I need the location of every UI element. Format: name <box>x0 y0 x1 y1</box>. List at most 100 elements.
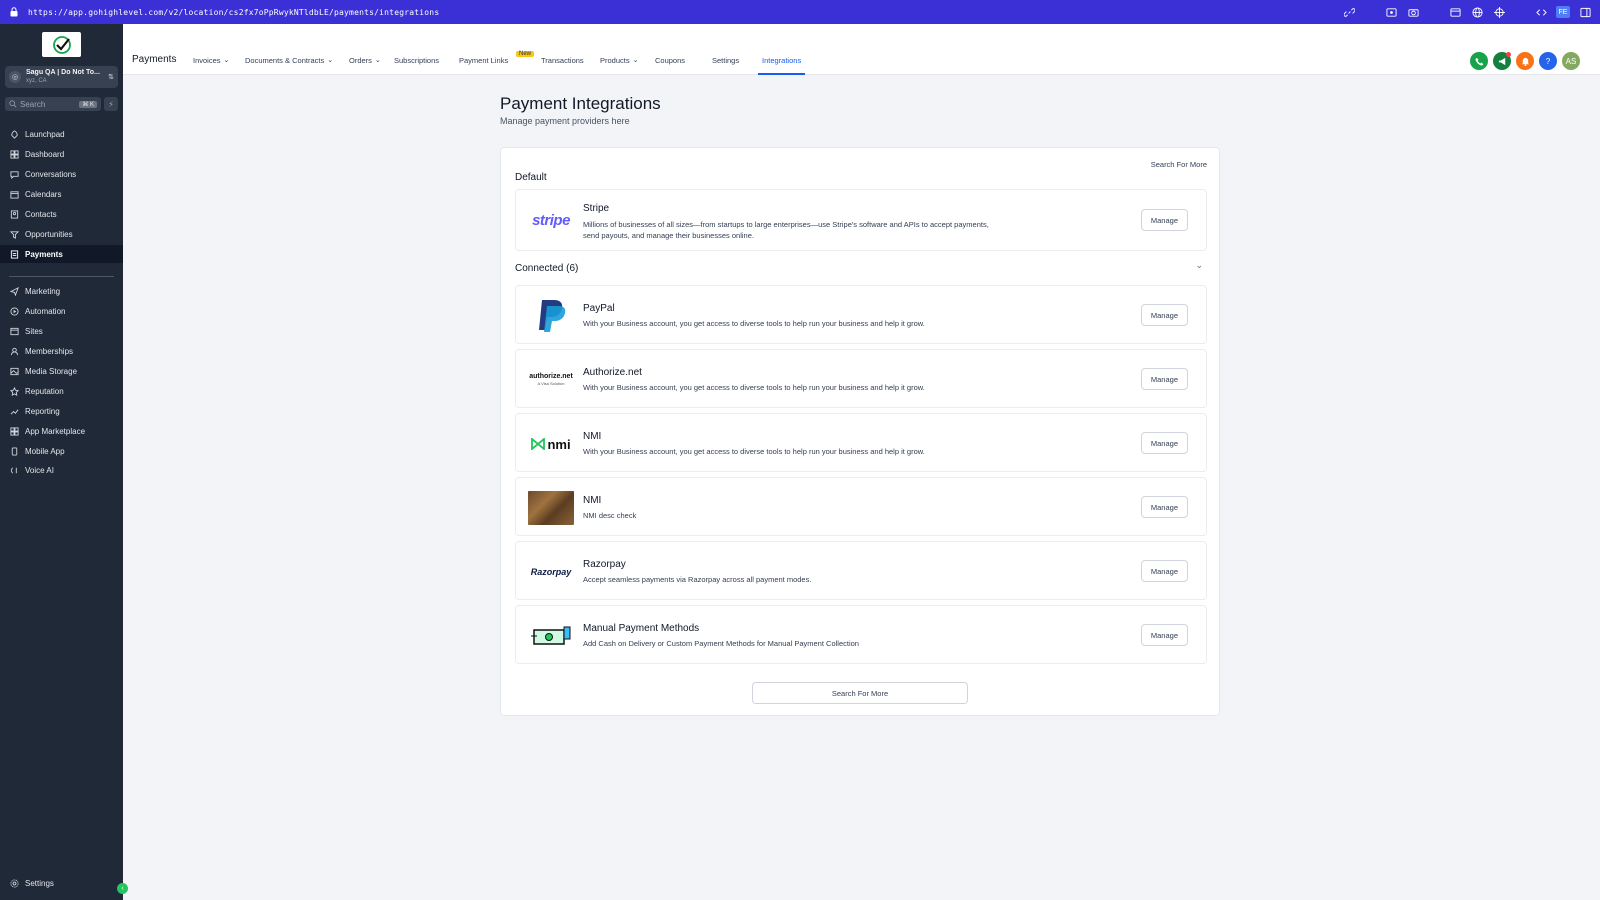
tab-subscriptions[interactable]: Subscriptions <box>394 56 439 75</box>
sidebar-item-label: Contacts <box>25 209 57 219</box>
sidebar-item-media-storage[interactable]: Media Storage <box>0 362 123 380</box>
megaphone-icon[interactable] <box>1493 52 1511 70</box>
razorpay-logo: Razorpay <box>530 567 572 577</box>
location-icon: ◎ <box>9 71 21 83</box>
search-for-more-button[interactable]: Search For More <box>752 682 968 704</box>
manage-button[interactable]: Manage <box>1140 432 1188 454</box>
manage-button[interactable]: Manage <box>1140 368 1188 390</box>
tab-label: Documents & Contracts <box>245 56 325 65</box>
sidebar-item-label: App Marketplace <box>25 426 86 436</box>
sidebar-item-dashboard[interactable]: Dashboard <box>0 145 123 163</box>
sidebar: ◎ Sagu QA | Do Not To... xyz, CA ⇅ Searc… <box>0 24 128 900</box>
tab-label: Integrations <box>762 56 802 65</box>
chevron-updown-icon: ⇅ <box>108 74 114 81</box>
sidebar-item-launchpad[interactable]: Launchpad <box>0 125 123 143</box>
manage-button[interactable]: Manage <box>1140 560 1188 582</box>
sidebar-item-label: Media Storage <box>25 366 78 376</box>
connected-section-label: Connected (6) <box>515 263 579 274</box>
sidebar-item-label: Launchpad <box>25 129 65 139</box>
help-icon[interactable]: ? <box>1539 52 1557 70</box>
tab-payment-links[interactable]: Payment Links New <box>459 51 535 75</box>
sidebar-item-mobile-app[interactable]: Mobile App <box>0 442 123 460</box>
target-icon[interactable] <box>1492 5 1506 19</box>
user-avatar[interactable]: AS <box>1562 52 1580 70</box>
tab-coupons[interactable]: Coupons <box>655 56 685 75</box>
sidebar-item-memberships[interactable]: Memberships <box>0 342 123 360</box>
tab-orders[interactable]: Orders ⌄ <box>349 56 381 75</box>
quick-action-bolt-icon[interactable]: ⚡ <box>104 97 118 111</box>
provider-card-razorpay: Razorpay Razorpay Accept seamless payments… <box>515 541 1207 600</box>
sidebar-item-label: Marketing <box>25 286 61 296</box>
tab-products[interactable]: Products ⌄ <box>600 56 638 75</box>
sidebar-item-label: Reputation <box>25 386 64 396</box>
sidebar-item-app-marketplace[interactable]: App Marketplace <box>0 422 123 440</box>
page-title: Payment Integrations <box>500 94 661 113</box>
sidebar-item-contacts[interactable]: Contacts <box>0 205 123 223</box>
sidebar-item-conversations[interactable]: Conversations <box>0 165 123 183</box>
sidebar-item-automation[interactable]: Automation <box>0 302 123 320</box>
window-icon[interactable] <box>1448 5 1462 19</box>
cash-logo <box>528 618 574 654</box>
phone-icon[interactable] <box>1470 52 1488 70</box>
screenshot-icon[interactable] <box>1384 5 1398 19</box>
bell-icon[interactable] <box>1516 52 1534 70</box>
sidebar-item-opportunities[interactable]: Opportunities <box>0 225 123 243</box>
trend-icon <box>9 406 19 416</box>
sidebar-item-calendars[interactable]: Calendars <box>0 185 123 203</box>
integrations-card: Search For More Default stripe Stripe Mi… <box>500 147 1220 716</box>
tab-label: Products <box>600 56 630 65</box>
sites-icon <box>9 326 19 336</box>
search-for-more-link[interactable]: Search For More <box>1151 160 1207 169</box>
provider-name: NMI <box>583 495 602 506</box>
globe-icon[interactable] <box>1470 5 1484 19</box>
sidebar-item-sites[interactable]: Sites <box>0 322 123 340</box>
tab-label: Invoices <box>193 56 221 65</box>
code-icon[interactable] <box>1534 5 1548 19</box>
manage-button[interactable]: Manage <box>1140 304 1188 326</box>
tab-documents-contracts[interactable]: Documents & Contracts ⌄ <box>245 56 333 75</box>
chevron-down-icon: ⌄ <box>327 57 334 64</box>
sidebar-item-voice-ai[interactable]: Voice AI <box>0 461 123 479</box>
provider-description: Accept seamless payments via Razorpay ac… <box>583 575 812 584</box>
link-icon[interactable] <box>1342 5 1356 19</box>
company-logo[interactable] <box>42 32 81 57</box>
provider-name: Authorize.net <box>583 367 642 378</box>
lion-logo <box>528 490 574 526</box>
provider-description: NMI desc check <box>583 511 637 520</box>
manage-button[interactable]: Manage <box>1140 624 1188 646</box>
sidebar-item-label: Payments <box>25 249 63 259</box>
sidebar-item-marketing[interactable]: Marketing <box>0 282 123 300</box>
sidebar-item-settings[interactable]: Settings <box>0 874 123 892</box>
sidebar-item-label: Mobile App <box>25 446 65 456</box>
tab-invoices[interactable]: Invoices ⌄ <box>193 56 229 75</box>
media-icon <box>9 366 19 376</box>
chevron-down-icon[interactable]: ⌄ <box>1195 260 1203 271</box>
sidebar-search-input[interactable]: Search ⌘ K <box>5 97 101 111</box>
provider-card-manual-payment-methods: Manual Payment Methods Add Cash on Delive… <box>515 605 1207 664</box>
sidebar-divider <box>9 276 114 277</box>
tab-transactions[interactable]: Transactions <box>541 56 584 75</box>
manage-button[interactable]: Manage <box>1140 209 1188 231</box>
calendar-icon <box>9 189 19 199</box>
camera-icon[interactable] <box>1406 5 1420 19</box>
manage-button[interactable]: Manage <box>1140 496 1188 518</box>
sidebar-item-reporting[interactable]: Reporting <box>0 402 123 420</box>
sidebar-item-label: Calendars <box>25 189 62 199</box>
filter-icon <box>9 229 19 239</box>
sidebar-toggle-icon[interactable] <box>1578 5 1592 19</box>
tab-integrations[interactable]: Integrations <box>757 56 806 75</box>
chat-icon <box>9 169 19 179</box>
send-icon <box>9 286 19 296</box>
account-switcher[interactable]: ◎ Sagu QA | Do Not To... xyz, CA ⇅ <box>5 66 118 88</box>
sidebar-item-label: Opportunities <box>25 229 73 239</box>
provider-card-nmi: NMI NMI desc check Manage <box>515 477 1207 536</box>
collapse-sidebar-button[interactable]: ‹ <box>117 883 128 894</box>
url-text[interactable]: https://app.gohighlevel.com/v2/location/… <box>28 8 439 17</box>
sidebar-item-reputation[interactable]: Reputation <box>0 382 123 400</box>
automation-icon <box>9 306 19 316</box>
voice-icon <box>9 465 19 475</box>
tab-settings[interactable]: Settings <box>712 56 739 75</box>
page-section-title: Payments <box>132 54 177 65</box>
profile-extension-icon[interactable]: FE <box>1556 6 1570 18</box>
sidebar-item-payments[interactable]: Payments <box>0 245 123 263</box>
